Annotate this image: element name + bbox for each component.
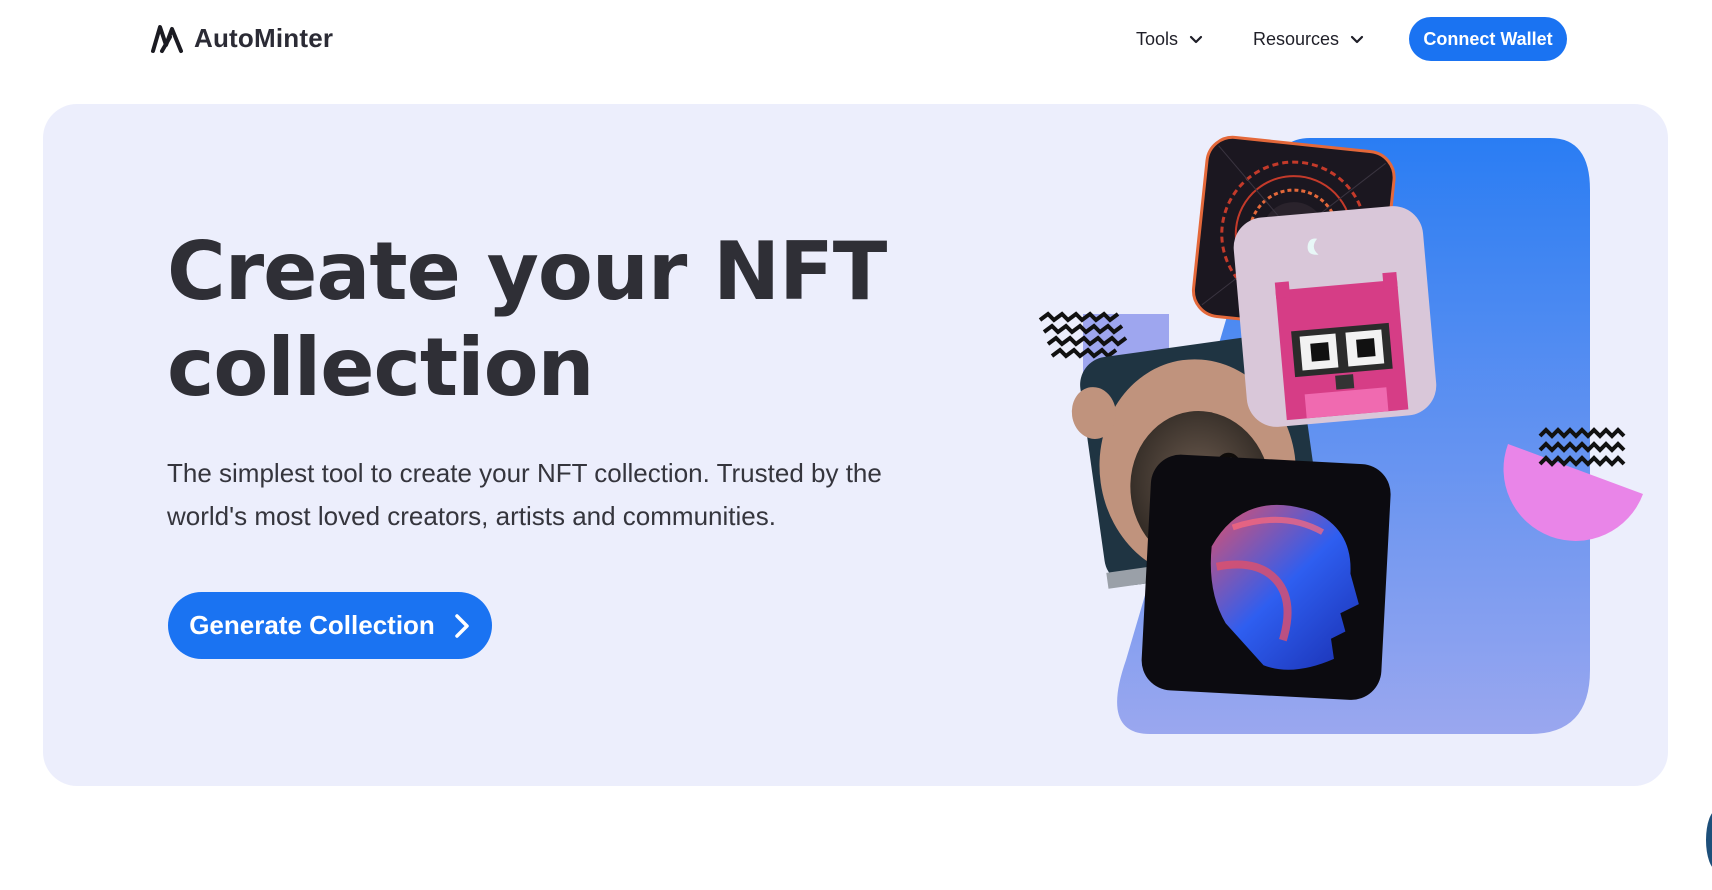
nft-collage-art	[1038, 135, 1643, 734]
connect-wallet-button[interactable]: Connect Wallet	[1409, 17, 1567, 61]
brand-link[interactable]: AutoMinter	[150, 18, 333, 58]
brand-name: AutoMinter	[194, 22, 334, 53]
autominter-logo-icon	[151, 25, 183, 53]
nav-tools-dropdown[interactable]: Tools	[1136, 24, 1204, 54]
page: AutoMinter Tools Resources Connect Walle…	[0, 0, 1712, 890]
generate-collection-label: Generate Collection	[189, 610, 435, 640]
hero-title: Create your NFT collection	[167, 225, 887, 414]
nav-resources-label: Resources	[1253, 28, 1340, 49]
chat-widget-edge[interactable]	[1706, 810, 1712, 870]
chevron-down-icon	[1350, 35, 1364, 44]
nft-card-sculpture-head[interactable]	[1140, 453, 1392, 701]
hero-nft-collage	[1030, 130, 1650, 770]
chevron-down-icon	[1189, 35, 1203, 44]
nav-resources-dropdown[interactable]: Resources	[1253, 24, 1365, 54]
generate-collection-button[interactable]: Generate Collection	[168, 592, 492, 659]
top-nav: AutoMinter Tools Resources Connect Walle…	[0, 0, 1712, 80]
hero-subtitle: The simplest tool to create your NFT col…	[167, 458, 882, 531]
nav-tools-label: Tools	[1136, 28, 1179, 49]
chevron-right-icon	[455, 613, 469, 638]
nft-card-pixel-owl[interactable]	[1231, 204, 1439, 430]
